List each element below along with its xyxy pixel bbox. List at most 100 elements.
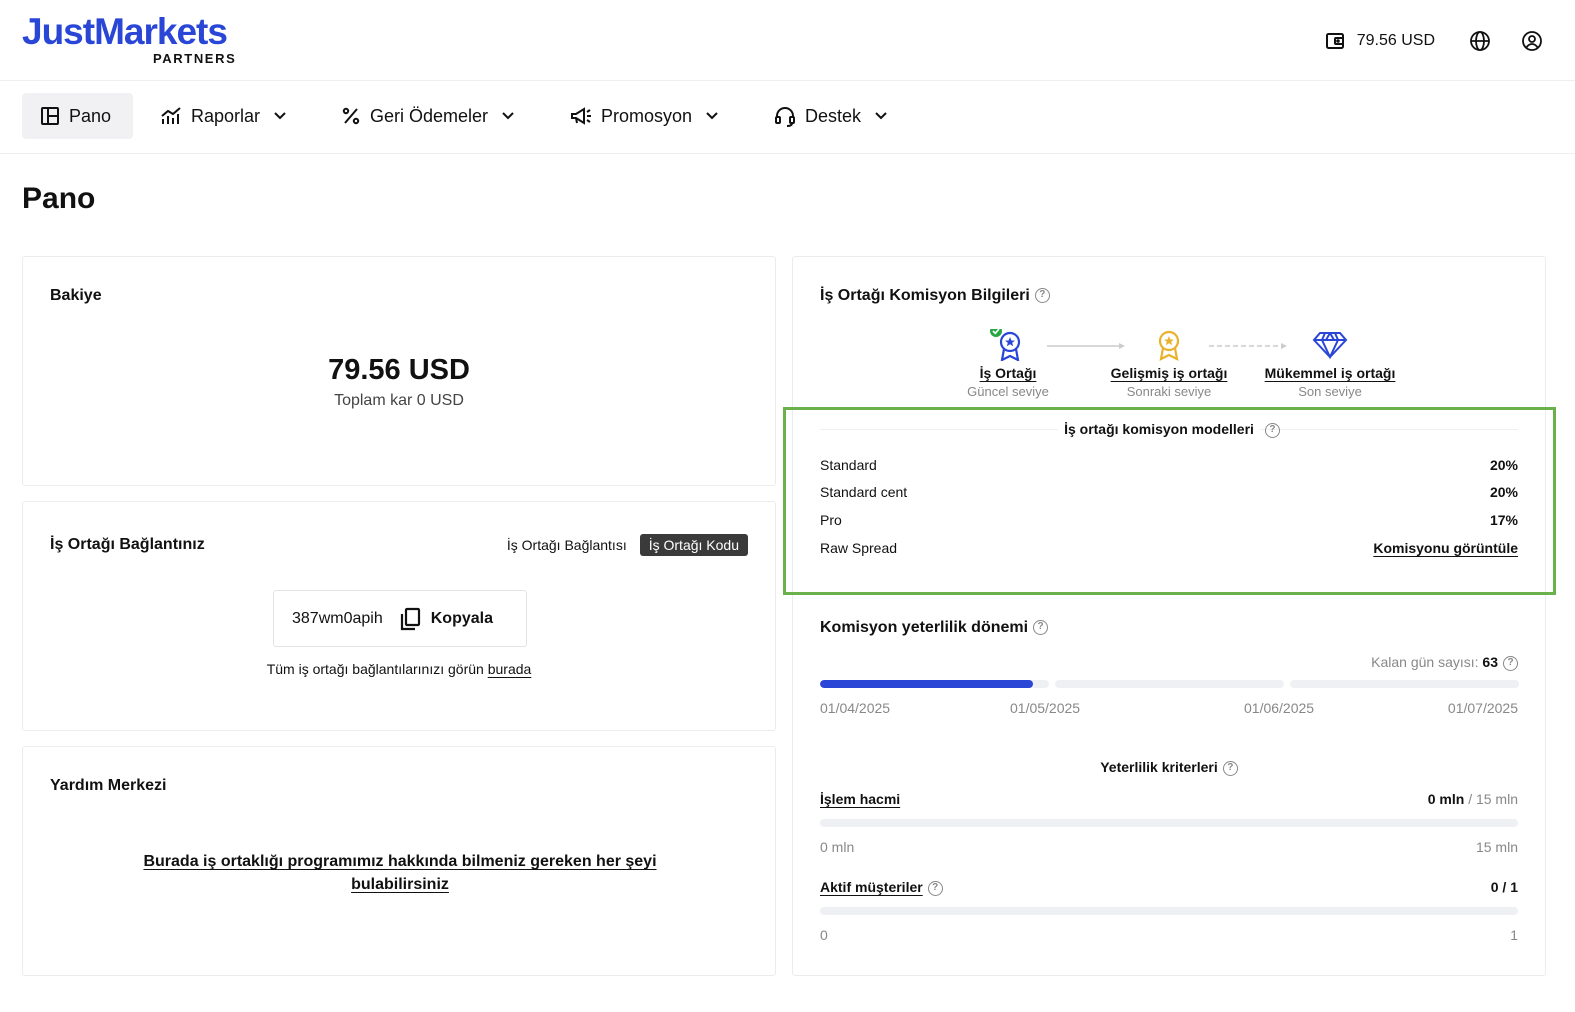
chevron-down-icon [875, 112, 887, 120]
total-profit: Toplam kar 0 USD [334, 392, 464, 409]
wallet-icon [1325, 33, 1344, 49]
nav-item-label: Pano [69, 105, 112, 126]
level-status: Sonraki seviye [1126, 384, 1212, 399]
chevron-down-icon [274, 112, 286, 120]
language-button[interactable] [1469, 30, 1491, 52]
period-progress-segment [820, 680, 1049, 688]
level-name[interactable]: Mükemmel iş ortağı [1250, 365, 1410, 381]
headset-icon [775, 107, 795, 127]
level-status: Güncel seviye [967, 384, 1049, 399]
nav-item-destek[interactable]: Destek [774, 93, 887, 139]
level-name[interactable]: İş Ortağı [928, 365, 1088, 381]
criteria-title-text: Yeterlilik kriterleri [1100, 759, 1218, 775]
criteria-title: Yeterlilik kriterleri? [793, 759, 1545, 776]
help-link-line1: Burada iş ortaklığı programımız hakkında… [143, 853, 657, 870]
logo[interactable]: JustMarkets PARTNERS [22, 11, 235, 67]
copy-label: Kopyala [430, 609, 493, 627]
criteria-range: 0 1 [820, 927, 1518, 943]
percent-icon [342, 107, 360, 125]
logo-wordmark: JustMarkets [22, 11, 228, 52]
level-partner: İş Ortağı Güncel seviye [928, 329, 1088, 399]
days-remaining: Kalan gün sayısı: 63? [1371, 654, 1518, 671]
nav-item-pano[interactable]: Pano [22, 93, 133, 139]
all-links-link[interactable]: burada [488, 661, 532, 677]
help-icon[interactable]: ? [1034, 288, 1050, 304]
user-icon [1522, 31, 1542, 51]
help-icon[interactable]: ? [1503, 655, 1518, 671]
help-link-line2: bulabilirsiniz [351, 876, 449, 893]
level-name[interactable]: Gelişmiş iş ortağı [1089, 365, 1249, 381]
wallet-balance-value: 79.56 USD [1356, 32, 1435, 49]
criteria-row-clients: Aktif müşteriler? 0 / 1 [820, 879, 1518, 896]
main-nav: Pano Raporlar Geri Ödemeler Promosyon De… [0, 81, 1575, 154]
criteria-target: / 15 mln [1468, 791, 1518, 807]
tab-partner-code[interactable]: İş Ortağı Kodu [639, 534, 748, 556]
page-title: Pano [22, 182, 96, 215]
criteria-progress-bar [820, 819, 1518, 827]
criteria-max: 1 [1510, 927, 1518, 943]
nav-item-promosyon[interactable]: Promosyon [570, 93, 718, 139]
criteria-value: 0 mln / 15 mln [1428, 791, 1518, 807]
globe-icon [1470, 31, 1490, 51]
commission-card: İş Ortağı Komisyon Bilgileri? İş Ortağı … [792, 256, 1546, 976]
all-links-label: Tüm iş ortağı bağlantılarınızı görün [266, 661, 484, 677]
period-progress-segment [1290, 680, 1519, 688]
period-date: 01/06/2025 [1244, 700, 1315, 716]
help-center-link[interactable]: Burada iş ortaklığı programımız hakkında… [123, 850, 677, 896]
diamond-icon [1312, 332, 1348, 360]
period-progress-segment [1055, 680, 1284, 688]
chart-icon [161, 107, 181, 124]
criteria-current: 0 mln [1427, 791, 1465, 807]
help-icon[interactable]: ? [1033, 620, 1049, 636]
criteria-name[interactable]: İşlem hacmi [820, 791, 900, 807]
copy-icon [400, 607, 420, 630]
period-date: 01/04/2025 [820, 700, 891, 716]
partner-link-title: İş Ortağı Bağlantınız [50, 536, 205, 553]
commission-title-text: İş Ortağı Komisyon Bilgileri [820, 287, 1030, 304]
balance-card: Bakiye 79.56 USD Toplam kar 0 USD [22, 256, 776, 486]
medal-gold-icon [1158, 330, 1180, 361]
link-type-tabs: İş Ortağı Bağlantısı İş Ortağı Kodu [494, 534, 748, 556]
period-date: 01/05/2025 [1010, 700, 1081, 716]
level-excellent: Mükemmel iş ortağı Son seviye [1250, 329, 1410, 399]
period-date: 01/07/2025 [1447, 700, 1518, 716]
top-bar: JustMarkets PARTNERS 79.56 USD [0, 0, 1575, 81]
help-icon[interactable]: ? [1222, 760, 1238, 776]
eligibility-period-title: Komisyon yeterlilik dönemi? [820, 619, 1049, 637]
help-center-card: Yardım Merkezi Burada iş ortaklığı progr… [22, 746, 776, 976]
days-value: 63 [1482, 654, 1498, 670]
partner-code: 387wm0apih [292, 609, 383, 627]
nav-item-raporlar[interactable]: Raporlar [160, 93, 286, 139]
nav-item-label: Raporlar [191, 105, 261, 126]
criteria-name-wrap: Aktif müşteriler? [820, 879, 943, 896]
level-advanced: Gelişmiş iş ortağı Sonraki seviye [1089, 329, 1249, 399]
nav-item-label: Destek [805, 105, 862, 126]
criteria-value: 0 / 1 [1490, 879, 1518, 895]
criteria-min: 0 [820, 927, 828, 943]
wallet-balance[interactable]: 79.56 USD [1325, 31, 1435, 51]
criteria-max: 15 mln [1475, 839, 1518, 855]
partner-code-box: 387wm0apih Kopyala [273, 590, 527, 647]
balance-amount: 79.56 USD [328, 354, 470, 386]
help-center-title: Yardım Merkezi [50, 777, 167, 794]
partner-link-card: İş Ortağı Bağlantınız İş Ortağı Bağlantı… [22, 501, 776, 731]
copy-button[interactable]: Kopyala [399, 607, 493, 631]
criteria-name[interactable]: Aktif müşteriler [820, 879, 923, 895]
tab-partner-link[interactable]: İş Ortağı Bağlantısı [498, 534, 636, 556]
profile-button[interactable] [1521, 30, 1543, 52]
eligibility-period-text: Komisyon yeterlilik dönemi [820, 619, 1029, 636]
criteria-min: 0 mln [820, 839, 855, 855]
criteria-range: 0 mln 15 mln [820, 839, 1518, 855]
highlight-frame [783, 407, 1556, 595]
chevron-down-icon [502, 112, 514, 120]
megaphone-icon [571, 107, 591, 125]
commission-title: İş Ortağı Komisyon Bilgileri? [820, 287, 1050, 305]
nav-item-label: Promosyon [601, 105, 693, 126]
medal-blue-icon [990, 329, 1021, 361]
nav-item-geri-odemeler[interactable]: Geri Ödemeler [341, 93, 514, 139]
logo-subtitle: PARTNERS [153, 51, 237, 66]
days-label: Kalan gün sayısı: [1371, 654, 1479, 670]
help-icon[interactable]: ? [927, 880, 943, 896]
period-progress-fill [820, 680, 1033, 688]
level-status: Son seviye [1298, 384, 1362, 399]
